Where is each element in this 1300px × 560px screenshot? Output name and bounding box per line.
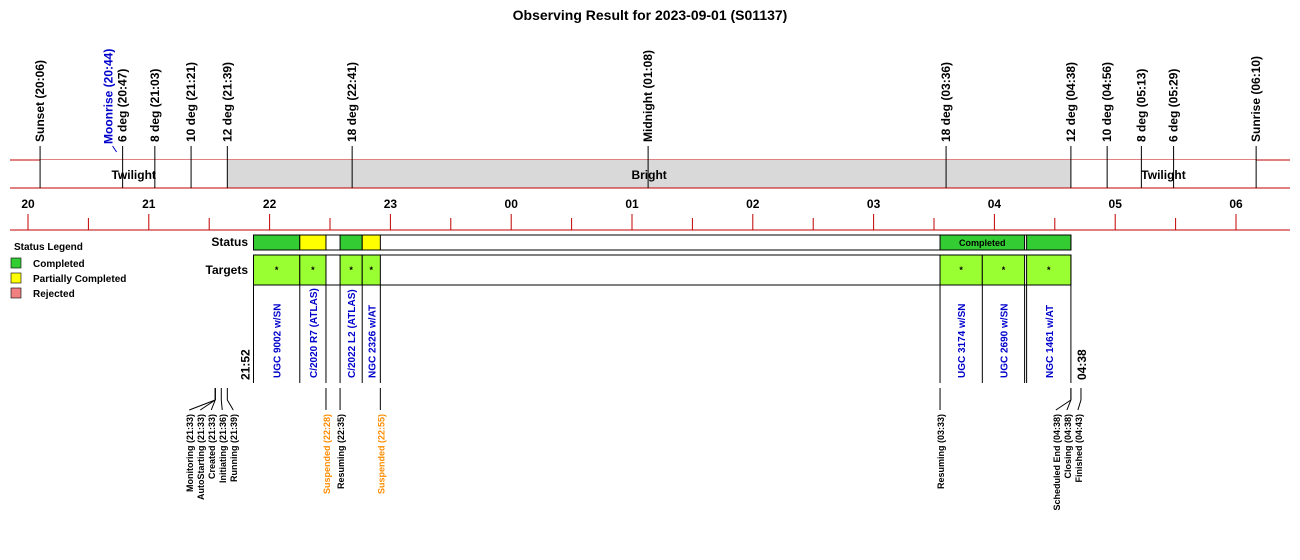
log-event-label: Initiating (21:36) — [218, 414, 228, 483]
target-name-label: UGC 3174 w/SN — [957, 304, 968, 378]
log-event-label: Suspended (22:28) — [322, 414, 332, 494]
target-mark: * — [349, 265, 353, 275]
log-event-connector — [226, 399, 234, 411]
hour-tick-label: 01 — [625, 197, 639, 211]
sky-event-label: Moonrise (20:44) — [102, 49, 116, 144]
legend-item-label: Completed — [33, 259, 85, 270]
hour-tick-label: 20 — [21, 197, 35, 211]
sky-event-label: Midnight (01:08) — [641, 50, 655, 142]
target-name-label: UGC 9002 w/SN — [273, 304, 284, 378]
legend-swatch-completed — [10, 257, 22, 269]
status-block-completed — [1026, 234, 1072, 251]
log-event-label: Resuming (22:35) — [336, 414, 346, 489]
log-event-label: Finished (04:43) — [1074, 414, 1084, 483]
sky-band-label: Twilight — [1141, 168, 1185, 182]
log-event-connector — [1077, 399, 1082, 411]
log-event-label: Closing (04:38) — [1063, 414, 1073, 479]
status-block-completed — [339, 234, 363, 251]
status-block-completed — [252, 234, 301, 251]
log-event-connector — [220, 399, 223, 411]
chart-title: Observing Result for 2023-09-01 (S01137) — [513, 7, 788, 23]
sky-event-label: 6 deg (05:29) — [1167, 69, 1181, 142]
legend-swatch-rejected — [10, 287, 22, 299]
status-block-partial — [299, 234, 327, 251]
target-name-label: NGC 2326 w/AT — [367, 305, 378, 378]
hour-tick-label: 04 — [988, 197, 1002, 211]
target-mark: * — [311, 265, 315, 275]
sky-event-label: 10 deg (04:56) — [1100, 62, 1114, 142]
log-event-label: Monitoring (21:33) — [185, 414, 195, 492]
hour-tick-label: 00 — [505, 197, 519, 211]
window-end-label: 04:38 — [1075, 349, 1089, 380]
hour-tick-label: 21 — [142, 197, 156, 211]
log-event-label: AutoStarting (21:33) — [196, 414, 206, 500]
target-mark: * — [959, 265, 963, 275]
window-start-label: 21:52 — [238, 349, 252, 380]
sky-event-label: 8 deg (05:13) — [1134, 69, 1148, 142]
legend-item-label: Rejected — [33, 289, 75, 300]
target-mark: * — [370, 265, 374, 275]
hour-tick-label: 03 — [867, 197, 881, 211]
log-event-label: Suspended (22:55) — [376, 414, 386, 494]
hour-tick-label: 23 — [384, 197, 398, 211]
target-name-label: NGC 1461 w/AT — [1045, 305, 1056, 378]
target-mark: * — [1002, 265, 1006, 275]
hour-tick-label: 06 — [1229, 197, 1243, 211]
hour-tick-label: 02 — [746, 197, 760, 211]
target-mark: * — [275, 265, 279, 275]
observing-timeline-chart: Observing Result for 2023-09-01 (S01137)… — [10, 7, 1290, 511]
target-name-label: C/2022 L2 (ATLAS) — [347, 289, 358, 378]
legend-title: Status Legend — [14, 242, 83, 253]
log-event-label: Resuming (03:33) — [936, 414, 946, 489]
target-name-label: C/2020 R7 (ATLAS) — [309, 288, 320, 378]
sky-event-label: 12 deg (21:39) — [220, 62, 234, 142]
sky-event-label: Sunrise (06:10) — [1249, 56, 1263, 142]
sky-event-label: 10 deg (21:21) — [184, 62, 198, 142]
target-mark: * — [1047, 265, 1051, 275]
status-block-label: Completed — [959, 238, 1006, 248]
status-row-label: Status — [211, 235, 248, 249]
status-block-partial — [361, 234, 381, 251]
hour-tick-label: 05 — [1109, 197, 1123, 211]
sky-band-label: Twilight — [111, 168, 155, 182]
sky-band-label: Bright — [631, 168, 666, 182]
log-event-label: Running (21:39) — [229, 414, 239, 482]
sky-event-label: Sunset (20:06) — [33, 60, 47, 142]
sky-event-label: 18 deg (22:41) — [345, 62, 359, 142]
legend-item-label: Partially Completed — [33, 274, 126, 285]
log-event-label: Created (21:33) — [207, 414, 217, 479]
legend-swatch-partial — [10, 272, 22, 284]
sky-event-label: 6 deg (20:47) — [116, 69, 130, 142]
sky-event-label: 12 deg (04:38) — [1064, 62, 1078, 142]
moonrise-tick — [112, 145, 118, 153]
sky-event-label: 8 deg (21:03) — [148, 69, 162, 142]
hour-tick-label: 22 — [263, 197, 277, 211]
targets-row-label: Targets — [206, 263, 249, 277]
log-event-label: Scheduled End (04:38) — [1052, 414, 1062, 511]
sky-event-label: 18 deg (03:36) — [939, 62, 953, 142]
target-name-label: UGC 2690 w/SN — [999, 304, 1010, 378]
